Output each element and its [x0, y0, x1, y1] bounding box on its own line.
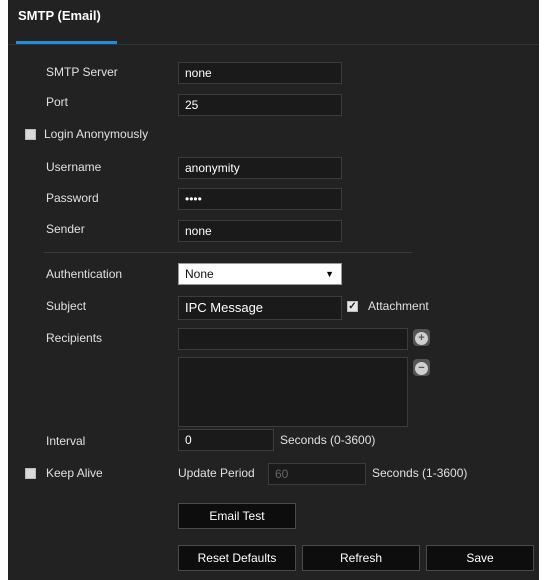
smtp-server-label: SMTP Server	[46, 65, 118, 79]
refresh-button[interactable]: Refresh	[302, 545, 420, 571]
interval-unit-label: Seconds (0-3600)	[280, 433, 376, 447]
dropdown-arrow-icon: ▼	[325, 269, 334, 279]
sender-label: Sender	[46, 222, 85, 236]
interval-input[interactable]: 0	[178, 429, 274, 451]
subject-label: Subject	[46, 299, 87, 313]
header-divider	[8, 44, 539, 45]
section-divider	[44, 252, 412, 253]
smtp-settings-panel	[8, 0, 539, 580]
plus-circle-icon: +	[415, 332, 428, 345]
tab-smtp-email[interactable]: SMTP (Email)	[18, 8, 101, 23]
username-label: Username	[46, 160, 102, 174]
authentication-selected-value: None	[185, 267, 214, 281]
update-period-input[interactable]: 60	[268, 463, 366, 485]
port-label: Port	[46, 95, 69, 109]
keep-alive-checkbox[interactable]	[25, 468, 36, 479]
attachment-checkbox[interactable]: ✓	[347, 301, 358, 312]
interval-label: Interval	[46, 434, 86, 448]
reset-defaults-button[interactable]: Reset Defaults	[178, 545, 296, 571]
recipients-list[interactable]	[178, 357, 408, 427]
password-input[interactable]: ••••	[178, 188, 342, 210]
username-input[interactable]: anonymity	[178, 157, 342, 179]
email-test-button[interactable]: Email Test	[178, 503, 296, 529]
smtp-server-input[interactable]: none	[178, 62, 342, 84]
sender-input[interactable]: none	[178, 220, 342, 242]
login-anonymously-checkbox[interactable]	[25, 129, 36, 140]
keep-alive-label: Keep Alive	[46, 466, 103, 480]
save-button[interactable]: Save	[426, 545, 534, 571]
subject-input[interactable]: IPC Message	[178, 296, 342, 320]
add-recipient-button[interactable]: +	[413, 329, 430, 346]
password-label: Password	[46, 191, 99, 205]
update-period-unit-label: Seconds (1-3600)	[372, 466, 468, 480]
remove-recipient-button[interactable]: −	[413, 359, 430, 376]
recipients-input[interactable]	[178, 328, 408, 350]
authentication-label: Authentication	[46, 267, 123, 281]
login-anonymously-label: Login Anonymously	[44, 127, 149, 141]
authentication-select[interactable]: None ▼	[178, 263, 342, 285]
update-period-label: Update Period	[178, 466, 255, 480]
recipients-label: Recipients	[46, 331, 103, 345]
port-input[interactable]: 25	[178, 94, 342, 116]
attachment-label: Attachment	[368, 299, 429, 313]
minus-circle-icon: −	[415, 362, 428, 375]
